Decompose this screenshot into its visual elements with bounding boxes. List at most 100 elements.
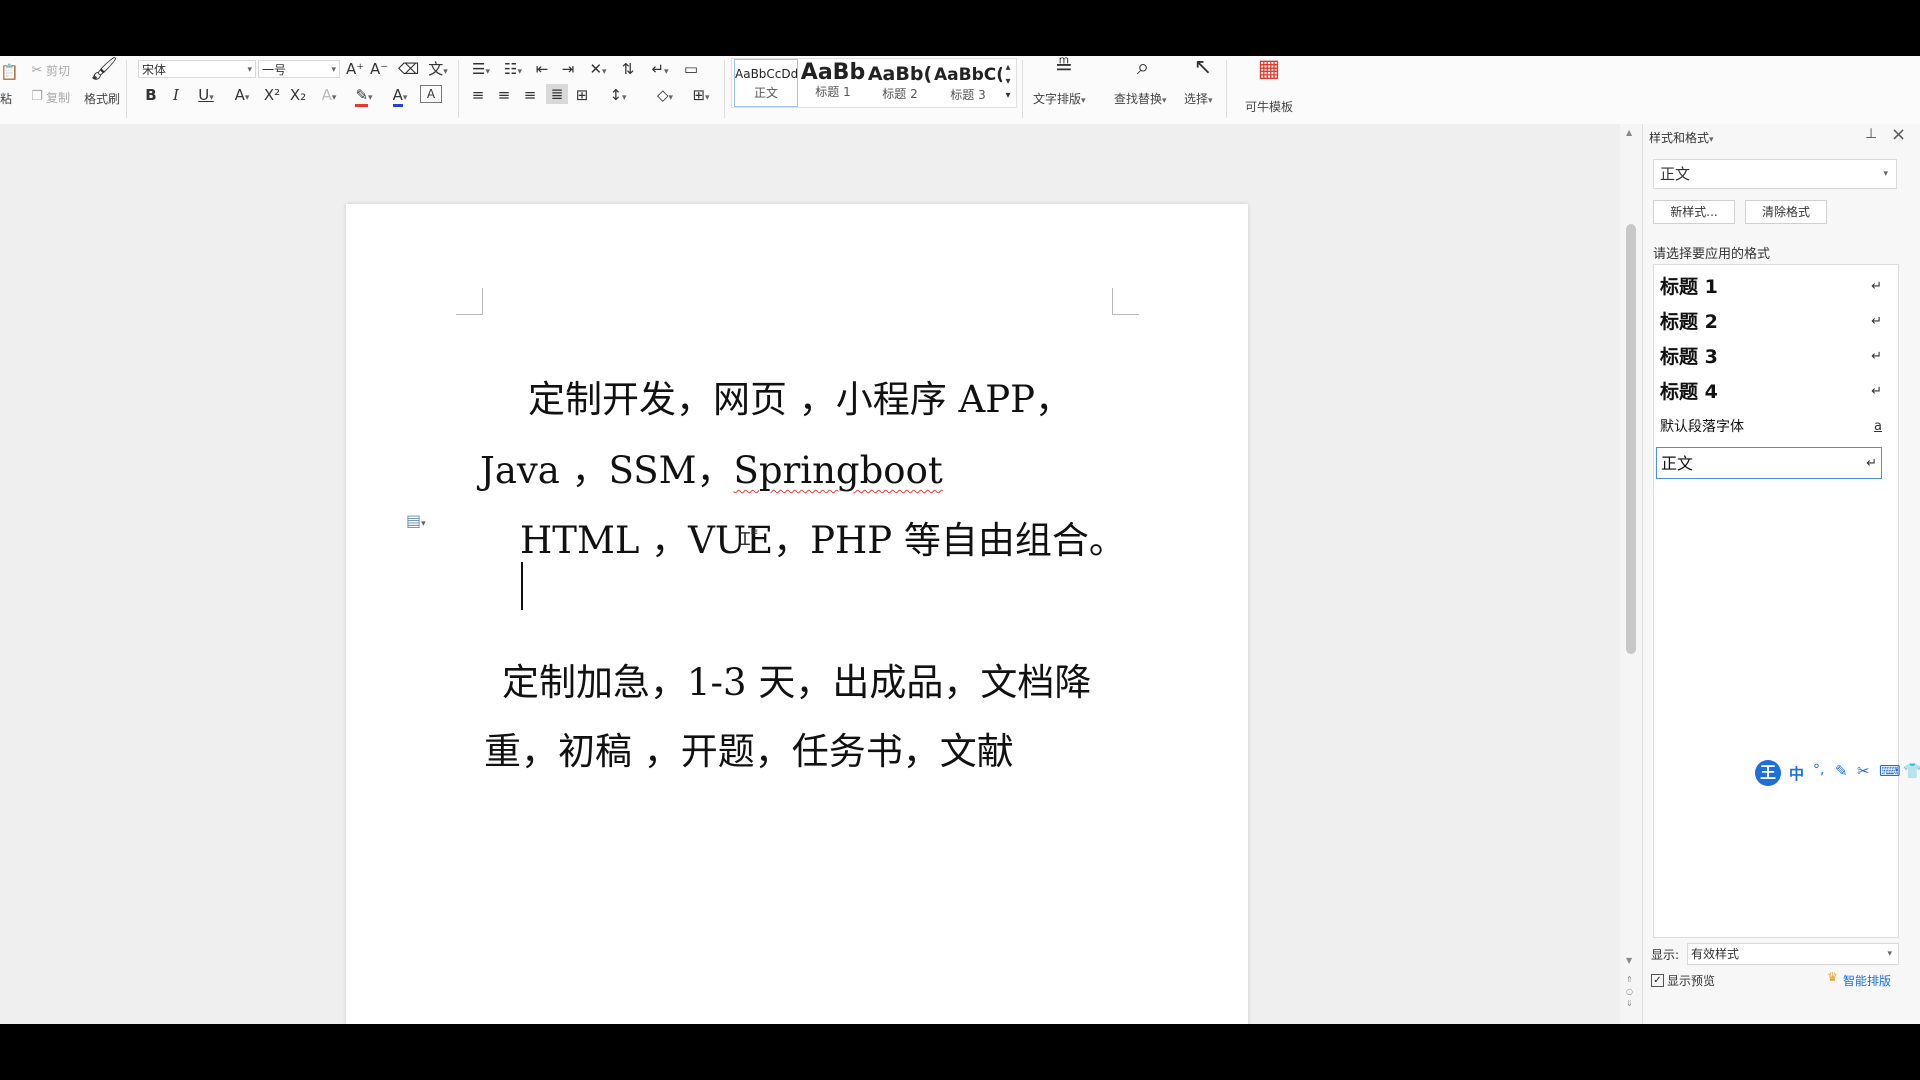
- clear-format-icon[interactable]: ⌫: [398, 59, 419, 79]
- copy-icon[interactable]: ❐: [28, 87, 46, 107]
- cut-button[interactable]: 剪切: [46, 62, 70, 79]
- gallery-scroll-icon[interactable]: ▴ ▾ ▾: [1002, 61, 1014, 103]
- paste-icon[interactable]: 📋: [0, 62, 19, 82]
- select-button[interactable]: 选择▾: [1184, 90, 1213, 107]
- shrink-font-icon[interactable]: A⁻: [370, 59, 388, 79]
- separator: [1226, 60, 1227, 118]
- font-color-icon[interactable]: A▾: [386, 85, 414, 108]
- ime-handwrite-icon[interactable]: ✎: [1835, 762, 1848, 780]
- doc-line-2[interactable]: Java ，SSM，Springboot: [480, 440, 943, 494]
- style-item-heading3[interactable]: 标题 3 ↵: [1660, 341, 1886, 373]
- smart-layout-link[interactable]: 智能排版: [1843, 972, 1891, 989]
- cut-icon[interactable]: ✂: [28, 61, 46, 81]
- styles-pane-title[interactable]: 样式和格式▾: [1649, 129, 1714, 146]
- style-item-mark: a: [1874, 419, 1882, 434]
- borders-icon[interactable]: ⊞▾: [686, 85, 716, 108]
- shading-icon[interactable]: ◇▾: [650, 85, 680, 108]
- style-list: 标题 1 ↵ 标题 2 ↵ 标题 3 ↵ 标题 4 ↵ 默认段落字体 a 正文 ↵: [1653, 264, 1899, 938]
- line-spacing-icon[interactable]: ↕▾: [604, 85, 632, 108]
- font-size-select[interactable]: 一号 ▾: [258, 60, 340, 78]
- justify-icon[interactable]: ≣: [546, 84, 568, 104]
- style-item-heading2[interactable]: 标题 2 ↵: [1660, 306, 1886, 338]
- italic-icon[interactable]: I: [168, 85, 184, 105]
- template-icon[interactable]: ▦: [1252, 56, 1286, 80]
- font-name-select[interactable]: 宋体 ▾: [138, 60, 256, 78]
- text-layout-icon[interactable]: ≞: [1046, 57, 1082, 79]
- style-item-normal[interactable]: 正文 ↵: [1656, 447, 1882, 479]
- bold-icon[interactable]: B: [142, 85, 160, 105]
- align-right-icon[interactable]: ≡: [520, 85, 540, 105]
- align-left-icon[interactable]: ≡: [468, 85, 488, 105]
- chinese-layout-icon[interactable]: ✕▾: [584, 59, 612, 82]
- style-heading1-tile[interactable]: AaBb 标题 1: [800, 59, 866, 107]
- pin-icon[interactable]: ⊥: [1865, 126, 1877, 142]
- format-painter-button[interactable]: 格式刷: [84, 90, 120, 107]
- new-style-button[interactable]: 新样式...: [1653, 200, 1735, 224]
- ime-toolbar[interactable]: 王 中 °, ✎ ✂ ⌨ 👕: [1751, 760, 1920, 788]
- show-marks-icon[interactable]: ↵▾: [646, 59, 674, 82]
- spellcheck-word[interactable]: Springboot: [734, 449, 943, 492]
- ime-skin-icon[interactable]: 👕: [1903, 762, 1920, 780]
- phonetic-icon[interactable]: 文▾: [424, 59, 452, 82]
- increase-indent-icon[interactable]: ⇥: [558, 59, 578, 79]
- distribute-icon[interactable]: ⊞: [572, 85, 592, 105]
- copy-button[interactable]: 复制: [46, 89, 70, 106]
- find-replace-button[interactable]: 查找替换▾: [1114, 90, 1167, 107]
- sort-icon[interactable]: ⇅: [618, 59, 638, 79]
- decrease-indent-icon[interactable]: ⇤: [532, 59, 552, 79]
- document-page[interactable]: 定制开发，网页 ，小程序 APP， Java ，SSM，Springboot H…: [346, 204, 1248, 1024]
- style-item-mark: ↵: [1871, 314, 1882, 329]
- document-canvas[interactable]: 定制开发，网页 ，小程序 APP， Java ，SSM，Springboot H…: [0, 124, 1620, 1024]
- bullet-list-icon[interactable]: ☰▾: [468, 59, 494, 82]
- ime-punctuation-icon[interactable]: °,: [1813, 762, 1824, 778]
- text-layout-button[interactable]: 文字排版▾: [1033, 90, 1086, 107]
- scroll-up-icon[interactable]: ▲: [1626, 128, 1632, 137]
- style-item-default-font[interactable]: 默认段落字体 a: [1660, 411, 1886, 443]
- doc-line-3[interactable]: HTML ，VUE，PHP 等自由组合。: [520, 510, 1126, 564]
- ruler-icon[interactable]: ▭: [680, 59, 702, 79]
- ime-tools-icon[interactable]: ✂: [1857, 762, 1870, 780]
- vertical-scrollbar[interactable]: ▲ ▼ ⇑ ○ ⇓: [1620, 124, 1642, 1024]
- doc-line-6[interactable]: 重，初稿 ，开题，任务书，文献: [484, 721, 1014, 775]
- separator: [1022, 60, 1023, 118]
- underline-icon[interactable]: U▾: [192, 85, 220, 108]
- show-preview-label[interactable]: 显示预览: [1667, 972, 1715, 989]
- clear-format-button[interactable]: 清除格式: [1745, 200, 1827, 224]
- separator: [458, 60, 459, 118]
- style-heading3-name: 标题 3: [950, 88, 986, 102]
- find-replace-icon[interactable]: ⌕: [1126, 57, 1160, 79]
- show-filter-select[interactable]: 有效样式 ▾: [1687, 943, 1899, 965]
- doc-line-5[interactable]: 定制加急，1-3 天，出成品，文档降: [502, 652, 1091, 706]
- numbered-list-icon[interactable]: ☷▾: [500, 59, 526, 82]
- scrollbar-thumb[interactable]: [1626, 224, 1636, 654]
- align-center-icon[interactable]: ≡: [494, 85, 514, 105]
- ime-mode[interactable]: 中: [1789, 763, 1804, 784]
- style-heading1-preview: AaBb: [800, 60, 866, 85]
- subscript-icon[interactable]: X₂: [288, 85, 308, 105]
- highlight-icon[interactable]: ✎▾: [350, 85, 378, 108]
- style-item-heading1[interactable]: 标题 1 ↵: [1660, 271, 1886, 303]
- grow-font-icon[interactable]: A⁺: [346, 59, 364, 79]
- style-item-heading4[interactable]: 标题 4 ↵: [1660, 376, 1886, 408]
- find-replace-label: 查找替换: [1114, 92, 1163, 106]
- style-normal-tile[interactable]: AaBbCcDd 正文: [734, 59, 798, 107]
- style-heading3-tile[interactable]: AaBbC( 标题 3: [934, 59, 1002, 107]
- strikethrough-icon[interactable]: A▾: [228, 85, 256, 108]
- format-painter-icon[interactable]: 🖌: [90, 59, 118, 81]
- paragraph-handle-icon[interactable]: ▤▾: [406, 511, 426, 530]
- superscript-icon[interactable]: X²: [262, 85, 282, 105]
- show-preview-checkbox[interactable]: ✓: [1651, 974, 1664, 987]
- paste-label[interactable]: 粘: [0, 90, 12, 107]
- doc-line-1[interactable]: 定制开发，网页 ，小程序 APP，: [528, 369, 1072, 423]
- text-effect-icon[interactable]: A▾: [316, 85, 342, 108]
- ime-logo[interactable]: 王: [1755, 760, 1781, 786]
- current-style-select[interactable]: 正文 ▾: [1653, 159, 1897, 189]
- page-nav-icon[interactable]: ⇑ ○ ⇓: [1626, 974, 1633, 1010]
- close-icon[interactable]: ×: [1891, 124, 1906, 145]
- scroll-down-icon[interactable]: ▼: [1626, 956, 1632, 965]
- ime-keyboard-icon[interactable]: ⌨: [1879, 762, 1901, 780]
- style-heading2-tile[interactable]: AaBb( 标题 2: [866, 59, 934, 107]
- char-border-icon[interactable]: A: [420, 85, 442, 103]
- template-button[interactable]: 可牛模板: [1245, 98, 1293, 115]
- select-icon[interactable]: ↖: [1188, 57, 1218, 79]
